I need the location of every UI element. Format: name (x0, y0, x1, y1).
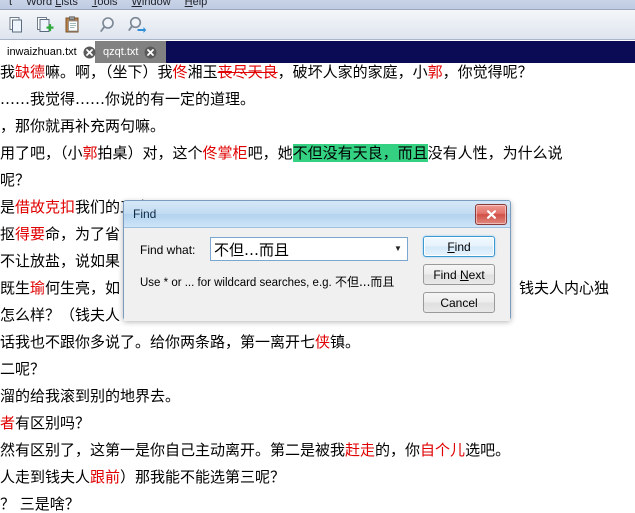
document-line-overflow: 钱夫人内心独 (519, 279, 609, 297)
document-text: 人走到钱夫人 (0, 468, 91, 486)
document-text: 然有区别了，这第一是你自己主动离开。第二是被我 (0, 441, 346, 459)
wildcard-hint: Use * or ... for wildcard searches, e.g.… (140, 273, 394, 290)
cancel-button-label: Cancel (440, 295, 478, 310)
document-text: 是 (0, 198, 16, 216)
highlighted-red-text: 郭 (427, 63, 443, 81)
highlighted-red-text: 侠 (315, 333, 331, 351)
document-line: 人走到钱夫人跟前）那我能不能选第三呢？ (0, 468, 285, 486)
document-line: ，那你就再补充两句嘛。 (0, 117, 165, 135)
document-line: 我缺德嘛。啊，（坐下）我佟湘玉丧尽天良，破坏人家的家庭，小郭，你觉得呢？ (0, 63, 533, 81)
find-what-input[interactable]: 不但…而且 (211, 239, 389, 260)
document-text: 二呢？ (0, 360, 46, 378)
highlighted-red-text: 佟掌柜 (202, 144, 248, 162)
copy-icon[interactable] (4, 13, 30, 37)
dialog-title-bar[interactable]: Find (124, 201, 510, 228)
close-icon[interactable] (144, 46, 157, 59)
highlighted-red-text: 郭 (82, 144, 98, 162)
document-text: 镇。 (330, 333, 361, 351)
document-text: ）那我能不能选第三呢？ (120, 468, 286, 486)
paste-icon[interactable] (60, 13, 86, 37)
document-text: ，你觉得呢？ (442, 63, 533, 81)
document-line: 溜的给我滚到别的地界去。 (0, 387, 180, 405)
document-text: ？ 三是啥？ (0, 495, 80, 513)
search-replace-icon[interactable] (124, 13, 150, 37)
document-line: 不让放盐，说如果 (0, 252, 120, 270)
document-text: ，那你就再补充两句嘛。 (0, 117, 166, 135)
highlighted-red-text: 缺德 (15, 63, 46, 81)
document-text: 的，你 (375, 441, 421, 459)
document-text: 既生 (0, 279, 31, 297)
document-text: 有区别吗？ (15, 414, 91, 432)
highlighted-red-text: 赶走 (345, 441, 376, 459)
tab-label: inwaizhuan.txt (7, 46, 77, 58)
document-text: 钱夫人内心独 (519, 279, 610, 297)
document-text: 没有人性，为什么说 (427, 144, 563, 162)
document-text: 溜的给我滚到别的地界去。 (0, 387, 181, 405)
document-text: 呢？ (0, 171, 31, 189)
tab-strip: inwaizhuan.txt qzqt.txt (0, 41, 635, 63)
highlighted-red-text: 自个儿 (420, 441, 466, 459)
document-line: 然有区别了，这第一是你自己主动离开。第二是被我赶走的，你自个儿选吧。 (0, 441, 510, 459)
strikethrough-red-text: 丧尽天良 (217, 63, 278, 81)
highlighted-red-text: 借故克扣 (15, 198, 76, 216)
document-line: 抠得要命，为了省 (0, 225, 120, 243)
document-text: 不让放盐，说如果 (0, 252, 121, 270)
close-icon[interactable] (475, 204, 507, 225)
document-text: 用了吧，（小 (0, 144, 83, 162)
new-document-icon[interactable] (32, 13, 58, 37)
highlighted-red-text: 得要 (15, 225, 46, 243)
document-text: 选吧。 (465, 441, 511, 459)
highlighted-red-text: 者 (0, 414, 16, 432)
document-text: 命，为了省 (45, 225, 121, 243)
document-line: 话我也不跟你多说了。给你两条路，第一离开七侠镇。 (0, 333, 360, 351)
document-text: ，破坏人家的家庭，小 (277, 63, 428, 81)
document-line: 者有区别吗？ (0, 414, 90, 432)
find-dialog: Find Find what: 不但…而且 ▼ Use * or ... for… (123, 200, 511, 321)
cancel-button[interactable]: Cancel (423, 292, 495, 313)
document-text: 怎么样？（钱夫人 (0, 306, 121, 324)
find-button[interactable]: Find (423, 236, 495, 257)
highlighted-red-text: 跟前 (90, 468, 121, 486)
document-text: 拍桌）对，这个 (97, 144, 203, 162)
find-what-combobox[interactable]: 不但…而且 ▼ (210, 237, 408, 261)
highlighted-red-text: 瑜 (30, 279, 46, 297)
find-next-button-label: Find Next (433, 267, 485, 282)
document-line: 怎么样？（钱夫人 (0, 306, 120, 324)
find-what-label: Find what: (140, 243, 196, 257)
highlighted-red-text: 佟 (172, 63, 188, 81)
document-text: ……我觉得……你说的有一定的道理。 (0, 90, 256, 108)
close-icon[interactable] (83, 46, 96, 59)
document-line: 用了吧，（小郭拍桌）对，这个佟掌柜吧，她不但没有天良，而且没有人性，为什么说 (0, 144, 563, 162)
chevron-down-icon[interactable]: ▼ (389, 245, 407, 253)
document-line: ？ 三是啥？ (0, 495, 80, 513)
tab-label: qzqt.txt (103, 46, 139, 58)
wildcard-hint-prefix: Use * or ... for wildcard searches, e.g. (140, 277, 335, 289)
document-text: 我 (0, 63, 16, 81)
document-line: 二呢？ (0, 360, 45, 378)
tab-qzqt[interactable]: qzqt.txt (96, 41, 166, 63)
document-line: 呢？ (0, 171, 30, 189)
application-window: t Word Lists Tools Window Help inwaizhua… (0, 0, 635, 513)
document-text: 何生亮，如 (45, 279, 121, 297)
document-text: 嘛。啊，（坐下）我 (45, 63, 173, 81)
tab-inwaizhuan[interactable]: inwaizhuan.txt (0, 41, 96, 63)
document-text: 湘玉 (187, 63, 218, 81)
document-line: 既生瑜何生亮，如 (0, 279, 120, 297)
dialog-body: Find what: 不但…而且 ▼ Use * or ... for wild… (124, 228, 510, 321)
find-button-label: Find (447, 239, 471, 254)
search-icon[interactable] (96, 13, 122, 37)
document-text: 话我也不跟你多说了。给你两条路，第一离开七 (0, 333, 316, 351)
wildcard-hint-example: 不但...而且 (334, 275, 395, 289)
dialog-title: Find (133, 207, 157, 221)
find-next-button[interactable]: Find Next (423, 264, 495, 285)
toolbar (0, 10, 635, 40)
document-text: 抠 (0, 225, 16, 243)
search-match-highlight: 不但没有天良，而且 (292, 144, 428, 162)
document-text: 吧，她 (247, 144, 293, 162)
document-line: ……我觉得……你说的有一定的道理。 (0, 90, 255, 108)
